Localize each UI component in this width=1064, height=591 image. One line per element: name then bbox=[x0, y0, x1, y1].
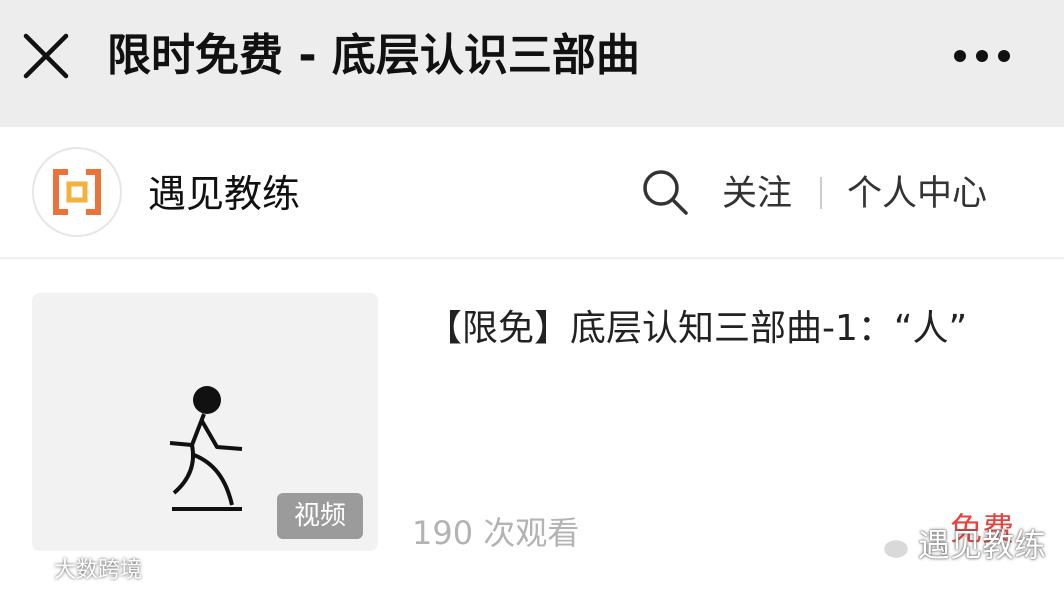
watermark-right-text: 遇见教练 bbox=[918, 526, 1047, 564]
search-button[interactable] bbox=[640, 167, 690, 217]
view-count: 190 次观看 bbox=[412, 514, 580, 552]
video-title[interactable]: 【限免】底层认知三部曲-1：“人” bbox=[426, 301, 1026, 357]
follow-button[interactable]: 关注 bbox=[722, 169, 792, 219]
watermark-left-text: 大数跨境 bbox=[54, 558, 143, 583]
watermark-logo-icon bbox=[8, 559, 46, 583]
video-thumbnail[interactable]: 视频 bbox=[32, 293, 378, 551]
brand-logo-icon bbox=[53, 169, 101, 215]
more-dots-icon bbox=[954, 50, 1010, 62]
more-button[interactable] bbox=[950, 36, 1014, 76]
page-title: 限时免费 - 底层认识三部曲 bbox=[107, 30, 640, 81]
personal-center-link[interactable]: 个人中心 bbox=[847, 169, 987, 219]
walking-person-illustration bbox=[169, 386, 243, 511]
avatar[interactable] bbox=[32, 147, 122, 237]
video-badge: 视频 bbox=[277, 493, 363, 539]
page: 限时免费 - 底层认识三部曲 遇见教练 关注 个人中心 视频 【限免】底层认知三… bbox=[0, 0, 1064, 591]
close-button[interactable] bbox=[20, 30, 72, 82]
account-header: 遇见教练 关注 个人中心 bbox=[0, 127, 1064, 259]
top-bar: 限时免费 - 底层认识三部曲 bbox=[0, 0, 1064, 127]
divider bbox=[820, 177, 822, 209]
wechat-icon bbox=[867, 528, 911, 561]
account-name[interactable]: 遇见教练 bbox=[148, 169, 300, 219]
close-icon bbox=[23, 33, 69, 79]
search-icon bbox=[643, 170, 688, 215]
